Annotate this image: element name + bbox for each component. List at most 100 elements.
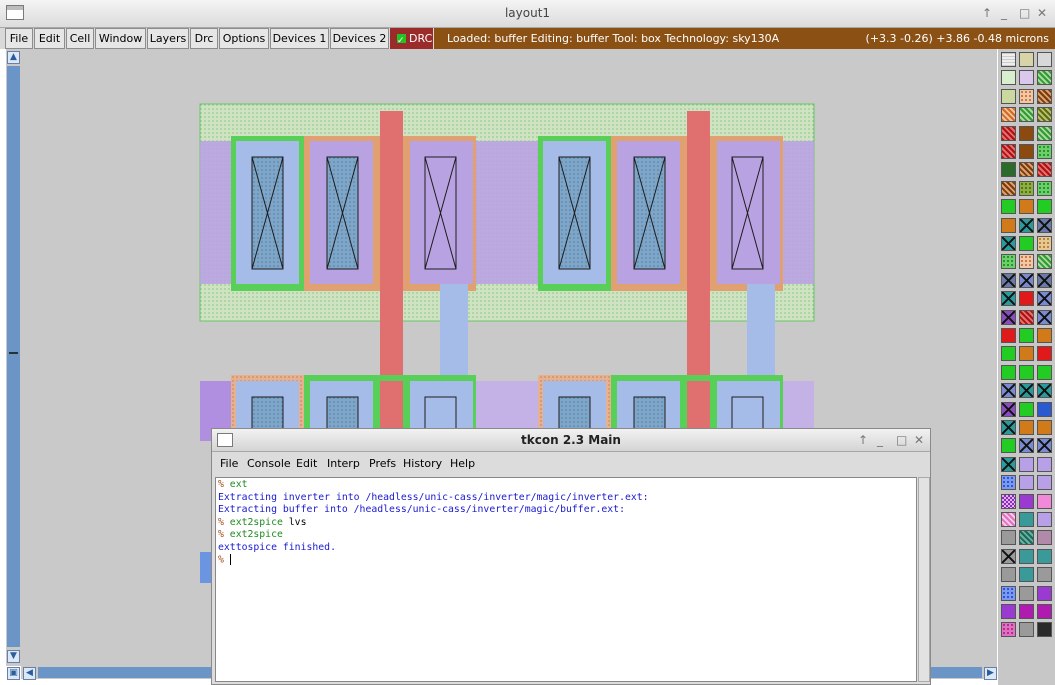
layer-swatch-orange-solid-icon[interactable] [1037,420,1052,435]
tkcon-menu-edit[interactable]: Edit [296,457,317,470]
layer-swatch-slate-x-icon[interactable] [1001,272,1016,288]
layer-swatch-green-solid-icon[interactable] [1001,364,1016,380]
layer-swatch-orange-solid-icon[interactable] [1037,328,1052,343]
layer-swatch-green-solid-icon[interactable] [1019,401,1034,417]
drc-checkbox-icon[interactable] [397,31,406,52]
tkcon-maximize-icon[interactable]: □ [896,433,907,447]
layer-swatch-red-hatch-icon[interactable] [1001,125,1016,141]
layer-swatch-magenta-icon[interactable] [1037,604,1052,619]
layer-swatch-gray-solid-icon[interactable] [1037,567,1052,583]
layer-swatch-blue-x-icon[interactable] [1037,309,1052,325]
layer-swatch-green-hatch-icon[interactable] [1037,125,1052,141]
layer-swatch-blue-x-icon[interactable] [1019,272,1034,288]
scroll-up-button[interactable]: ▲ [7,51,20,64]
tkcon-menu-interp[interactable]: Interp [327,457,360,470]
layer-swatch-red-hatch-icon[interactable] [1037,162,1052,178]
layer-swatch-red-hatch-icon[interactable] [1019,309,1034,325]
layer-swatch-gray-solid-icon[interactable] [1001,567,1016,583]
layer-swatch-mauve-icon[interactable] [1037,530,1052,546]
layer-swatch-blue-x-icon[interactable] [1037,438,1052,454]
layer-swatch-checker-icon[interactable] [1001,493,1016,509]
scroll-left-button[interactable]: ◀ [23,667,36,680]
layer-swatch-red-solid-icon[interactable] [1019,291,1034,307]
window-close-icon[interactable]: ✕ [1037,6,1047,20]
layer-swatch-gray-box-icon[interactable] [1037,52,1052,67]
layer-swatch-orange-solid-icon[interactable] [1019,420,1034,435]
layer-swatch-slate-x-icon[interactable] [1037,217,1052,233]
tkcon-menu-console[interactable]: Console [247,457,291,470]
zoom-box-button[interactable]: ▣ [7,667,20,680]
layer-swatch-purple-x-icon[interactable] [1001,309,1016,325]
layer-swatch-green-outline-icon[interactable] [1001,70,1016,86]
layer-swatch-green-dot-icon[interactable] [1001,254,1016,270]
menu-options[interactable]: Options [219,28,269,49]
layer-swatch-orange-dot-icon[interactable] [1019,88,1034,104]
window-maximize-icon[interactable]: □ [1019,6,1030,20]
layer-swatch-purple-solid-icon[interactable] [1001,604,1016,619]
layer-swatch-blue-x-icon[interactable] [1037,291,1052,307]
layer-swatch-lavender-icon[interactable] [1019,475,1034,491]
layer-swatch-orange-solid-icon[interactable] [1019,199,1034,215]
layer-swatch-orange-hatch-icon[interactable] [1001,107,1016,123]
layer-swatch-green-solid-icon[interactable] [1037,364,1052,380]
drc-toggle[interactable]: DRC [390,28,433,52]
layer-swatch-lavender-icon[interactable] [1037,456,1052,472]
layer-swatch-green-solid-icon[interactable] [1019,364,1034,380]
layer-swatch-brown-hatch-icon[interactable] [1001,180,1016,196]
layer-swatch-pink-dot-icon[interactable] [1001,622,1016,638]
layer-swatch-gray-solid-icon[interactable] [1019,622,1034,638]
layer-swatch-orange-solid-icon[interactable] [1019,346,1034,362]
layer-swatch-teal-solid-icon[interactable] [1019,567,1034,583]
tkcon-console-output[interactable]: % ext Extracting inverter into /headless/… [215,477,917,682]
tkcon-raise-icon[interactable]: ↑ [858,433,868,447]
tkcon-close-icon[interactable]: ✕ [914,433,924,447]
layer-swatch-green-solid-icon[interactable] [1019,236,1034,251]
menu-devices-2[interactable]: Devices 2 [330,28,389,49]
menu-layers[interactable]: Layers [147,28,189,49]
layer-swatch-teal-x-icon[interactable] [1001,420,1016,435]
layer-swatch-black-box-icon[interactable] [1037,622,1052,638]
layer-swatch-brown-solid-icon[interactable] [1019,144,1034,159]
layer-swatch-purple-solid-icon[interactable] [1037,585,1052,601]
tkcon-scrollbar[interactable] [918,477,930,682]
layer-swatch-blue-solid-icon[interactable] [1037,401,1052,417]
layer-swatch-lavender-icon[interactable] [1019,456,1034,472]
layer-swatch-orange-solid-icon[interactable] [1001,217,1016,233]
layer-swatch-grid-pattern-icon[interactable] [1001,52,1016,67]
layer-swatch-green-hatch-icon[interactable] [1037,70,1052,86]
layer-swatch-teal-x-icon[interactable] [1001,291,1016,307]
layer-swatch-red-hatch-icon[interactable] [1001,144,1016,159]
layer-swatch-blue-dot-icon[interactable] [1001,585,1016,601]
layer-swatch-green-tan-icon[interactable] [1001,88,1016,104]
layer-swatch-blue-dot-icon[interactable] [1001,475,1016,491]
layer-swatch-green-solid-icon[interactable] [1001,199,1016,215]
window-minimize-icon[interactable]: _ [1001,6,1007,20]
menu-file[interactable]: File [5,28,33,49]
layer-swatch-green-hatch-icon[interactable] [1037,254,1052,270]
layer-swatch-violet-box-icon[interactable] [1019,70,1034,86]
layer-swatch-pink-hatch-icon[interactable] [1001,512,1016,527]
menu-drc[interactable]: Drc [190,28,218,49]
layer-swatch-teal-x-icon[interactable] [1001,236,1016,251]
layer-swatch-teal-solid-icon[interactable] [1019,548,1034,564]
layer-swatch-slate-x-icon[interactable] [1037,272,1052,288]
layer-swatch-brown-hatch-icon[interactable] [1019,162,1034,178]
layer-swatch-green-solid-icon[interactable] [1001,438,1016,454]
layer-swatch-orange-dot-icon[interactable] [1019,254,1034,270]
layer-swatch-red-solid-icon[interactable] [1037,346,1052,362]
layer-swatch-purple-solid-icon[interactable] [1019,493,1034,509]
layer-swatch-green-solid-icon[interactable] [1001,346,1016,362]
layer-swatch-green-dot-icon[interactable] [1037,180,1052,196]
menu-window[interactable]: Window [95,28,146,49]
vertical-scroll-thumb[interactable] [7,66,20,647]
layer-swatch-lavender-icon[interactable] [1037,512,1052,527]
tkcon-menu-help[interactable]: Help [450,457,475,470]
layer-swatch-lavender-icon[interactable] [1037,475,1052,491]
tkcon-menu-file[interactable]: File [220,457,238,470]
scroll-down-button[interactable]: ▼ [7,650,20,663]
layer-swatch-teal-x-icon[interactable] [1019,383,1034,399]
layer-swatch-purple-x-icon[interactable] [1001,401,1016,417]
layer-swatch-green-solid-icon[interactable] [1037,199,1052,215]
layer-swatch-teal-solid-icon[interactable] [1019,512,1034,527]
layer-swatch-green-solid-icon[interactable] [1019,328,1034,343]
